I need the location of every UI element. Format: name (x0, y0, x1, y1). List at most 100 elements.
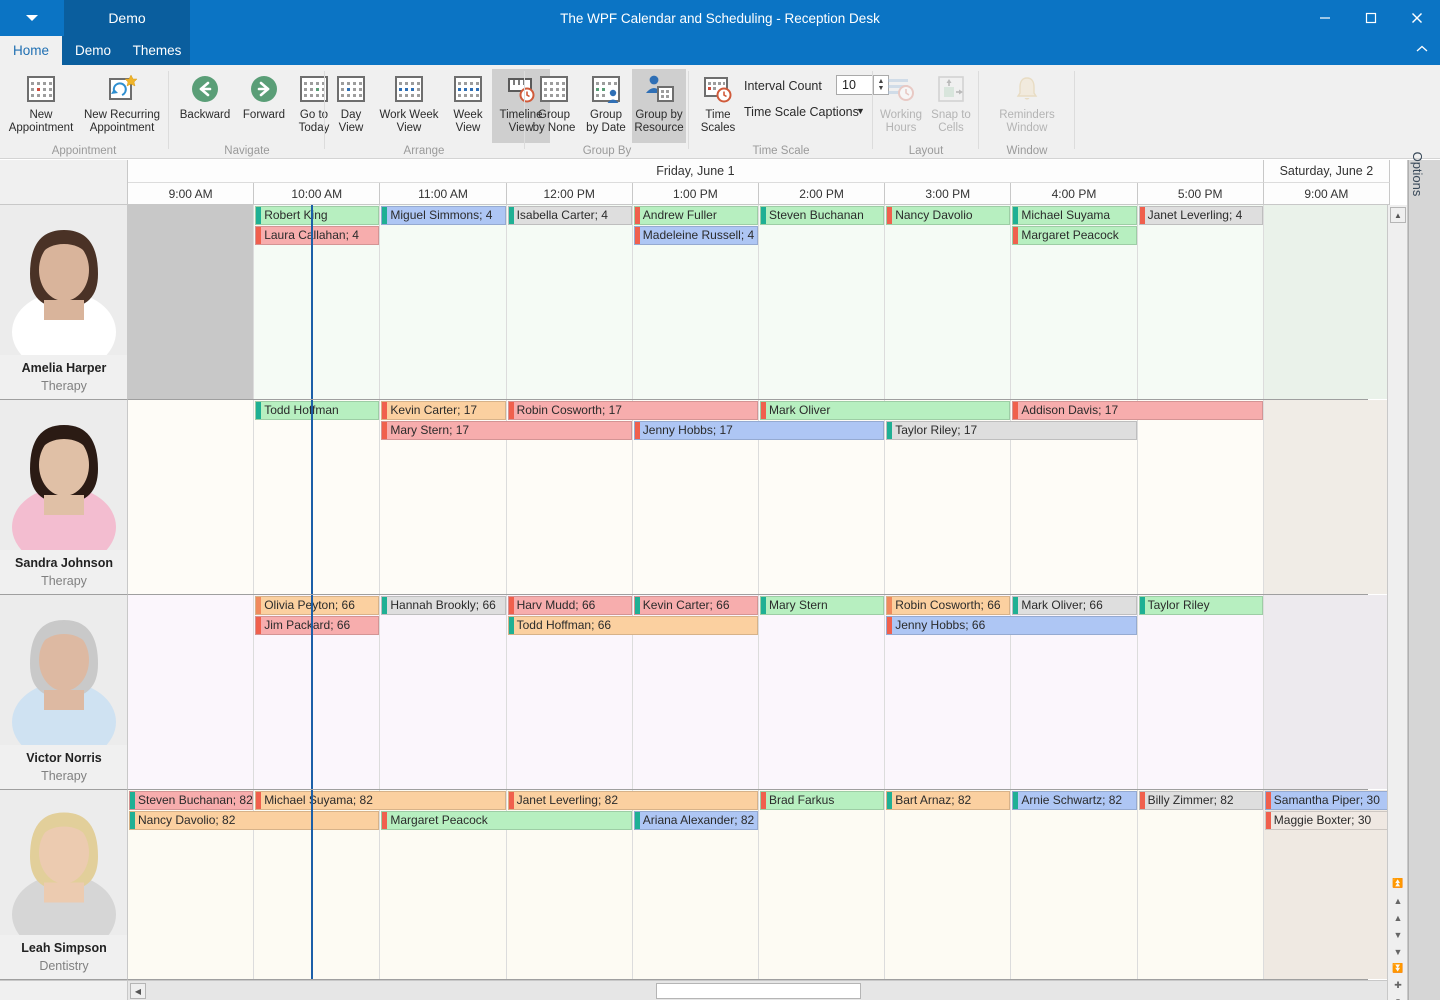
interval-count-input[interactable]: 10 (836, 75, 874, 95)
timeline-cell[interactable] (885, 790, 1011, 979)
timeline-cell[interactable] (1138, 790, 1264, 979)
resource-header-cell[interactable]: Amelia HarperTherapy (0, 205, 128, 400)
timeline-cell[interactable] (1138, 205, 1264, 399)
appointment[interactable]: Mark Oliver (760, 401, 1010, 420)
appointment[interactable]: Kevin Carter; 66 (634, 596, 758, 615)
week-view-button[interactable]: Week View (444, 69, 492, 134)
close-button[interactable] (1394, 0, 1440, 36)
timeline-cell[interactable] (885, 205, 1011, 399)
vertical-scroll-button-stack[interactable]: ⏫ ▲ ▲ ▼ ▼ ⏬ ✚ ▮ (1390, 875, 1406, 1000)
timeline-cell[interactable] (759, 790, 885, 979)
appointment[interactable]: Margaret Peacock (1012, 226, 1136, 245)
appointment[interactable]: Taylor Riley (1139, 596, 1263, 615)
scroll-up-icon[interactable]: ▲ (1390, 909, 1406, 926)
working-hours-button[interactable]: Working Hours (876, 69, 926, 134)
timeline-cell[interactable] (380, 205, 506, 399)
scroll-left-button[interactable]: ◀ (130, 983, 146, 999)
timeline-cell[interactable] (1138, 400, 1264, 594)
appointment[interactable]: Margaret Peacock (381, 811, 631, 830)
work-week-view-button[interactable]: Work Week View (374, 69, 444, 134)
appointment[interactable]: Miguel Simmons; 4 (381, 206, 505, 225)
appointment[interactable]: Michael Suyama (1012, 206, 1136, 225)
appointment[interactable]: Todd Hoffman; 66 (508, 616, 758, 635)
appointment[interactable]: Robert King (255, 206, 379, 225)
appointment[interactable]: Taylor Riley; 17 (886, 421, 1136, 440)
appointment[interactable]: Steven Buchanan (760, 206, 884, 225)
appointment[interactable]: Maggie Boxter; 30 (1265, 811, 1389, 830)
resource-header-cell[interactable]: Victor NorrisTherapy (0, 595, 128, 790)
appointment[interactable]: Olivia Peyton; 66 (255, 596, 379, 615)
scroll-top-icon[interactable]: ⏫ (1390, 875, 1406, 892)
group-by-none-button[interactable]: Group by None (528, 69, 580, 134)
horizontal-scrollbar[interactable]: ◀ (128, 980, 1387, 1000)
time-scales-button[interactable]: Time Scales (694, 69, 742, 134)
appointment[interactable]: Kevin Carter; 17 (381, 401, 505, 420)
resource-header-cell[interactable]: Sandra JohnsonTherapy (0, 400, 128, 595)
maximize-button[interactable] (1348, 0, 1394, 36)
scroll-page-up-icon[interactable]: ▲ (1390, 892, 1406, 909)
appointment[interactable]: Brad Farkus (760, 791, 884, 810)
reminders-window-button[interactable]: Reminders Window (988, 69, 1066, 134)
resource-timeline-lane[interactable]: Robert KingLaura Callahan; 4Miguel Simmo… (128, 205, 1368, 400)
options-pane-tab[interactable]: Options (1408, 160, 1440, 1000)
minimize-button[interactable] (1302, 0, 1348, 36)
timeline-cell[interactable] (128, 400, 254, 594)
resource-timeline-lane[interactable]: Olivia Peyton; 66Jim Packard; 66Hannah B… (128, 595, 1368, 790)
backward-button[interactable]: Backward (174, 69, 236, 122)
quick-access-toolbar-button[interactable] (0, 0, 64, 36)
resource-timeline-lane[interactable]: Steven Buchanan; 82Nancy Davolio; 82Mich… (128, 790, 1368, 980)
appointment[interactable]: Samantha Piper; 30 (1265, 791, 1389, 810)
day-view-button[interactable]: Day View (328, 69, 374, 134)
new-appointment-button[interactable]: New Appointment (4, 69, 78, 134)
appointment[interactable]: Michael Suyama; 82 (255, 791, 505, 810)
timeline-cell[interactable] (128, 595, 254, 789)
timeline-cell[interactable] (507, 205, 633, 399)
vertical-scrollbar[interactable]: ▲ ⏫ ▲ ▲ ▼ ▼ ⏬ ✚ ▮ (1387, 205, 1407, 1000)
zoom-in-icon[interactable]: ✚ (1390, 977, 1406, 994)
forward-button[interactable]: Forward (236, 69, 292, 122)
appointment[interactable]: Nancy Davolio; 82 (129, 811, 379, 830)
snap-to-cells-button[interactable]: Snap to Cells (926, 69, 976, 134)
appointment[interactable]: Arnie Schwartz; 82 (1012, 791, 1136, 810)
timeline-cell[interactable] (1264, 205, 1390, 399)
timeline-cell[interactable] (128, 205, 254, 399)
appointment[interactable]: Jenny Hobbs; 17 (634, 421, 884, 440)
resource-header-cell[interactable]: Leah SimpsonDentistry (0, 790, 128, 980)
timeline-cell[interactable] (759, 595, 885, 789)
appointment[interactable]: Todd Hoffman (255, 401, 379, 420)
appointment[interactable]: Andrew Fuller (634, 206, 758, 225)
group-by-resource-button[interactable]: Group by Resource (632, 69, 686, 143)
appointment[interactable]: Steven Buchanan; 82 (129, 791, 253, 810)
appointment[interactable]: Bart Arnaz; 82 (886, 791, 1010, 810)
ribbon-tab-home[interactable]: Home (0, 36, 62, 65)
scroll-page-down-icon[interactable]: ▼ (1390, 943, 1406, 960)
appointment[interactable]: Ariana Alexander; 82 (634, 811, 758, 830)
appointment[interactable]: Isabella Carter; 4 (508, 206, 632, 225)
chevron-down-icon[interactable]: ▼ (856, 106, 865, 116)
appointment[interactable]: Mary Stern (760, 596, 884, 615)
timeline-cell[interactable] (1138, 595, 1264, 789)
timeline-cell[interactable] (254, 400, 380, 594)
appointment[interactable]: Jim Packard; 66 (255, 616, 379, 635)
timeline-cell[interactable] (1264, 400, 1390, 594)
appointment[interactable]: Addison Davis; 17 (1012, 401, 1262, 420)
appointment[interactable]: Laura Callahan; 4 (255, 226, 379, 245)
horizontal-scroll-thumb[interactable] (656, 983, 861, 999)
timeline-cell[interactable] (380, 595, 506, 789)
timeline-cell[interactable] (759, 205, 885, 399)
scroll-bottom-icon[interactable]: ⏬ (1390, 960, 1406, 977)
appointment[interactable]: Harv Mudd; 66 (508, 596, 632, 615)
new-recurring-appointment-button[interactable]: New Recurring Appointment (78, 69, 166, 134)
ribbon-collapse-button[interactable] (1416, 44, 1428, 56)
appointment[interactable]: Nancy Davolio (886, 206, 1010, 225)
group-by-date-button[interactable]: Group by Date (580, 69, 632, 134)
appointment[interactable]: Mary Stern; 17 (381, 421, 631, 440)
split-icon[interactable]: ▮ (1390, 994, 1406, 1000)
appointment[interactable]: Madeleine Russell; 4 (634, 226, 758, 245)
window-tab-demo[interactable]: Demo (64, 0, 190, 36)
appointment[interactable]: Hannah Brookly; 66 (381, 596, 505, 615)
appointment[interactable]: Jenny Hobbs; 66 (886, 616, 1136, 635)
appointment[interactable]: Robin Cosworth; 66 (886, 596, 1010, 615)
appointment[interactable]: Janet Leverling; 82 (508, 791, 758, 810)
appointment[interactable]: Janet Leverling; 4 (1139, 206, 1263, 225)
